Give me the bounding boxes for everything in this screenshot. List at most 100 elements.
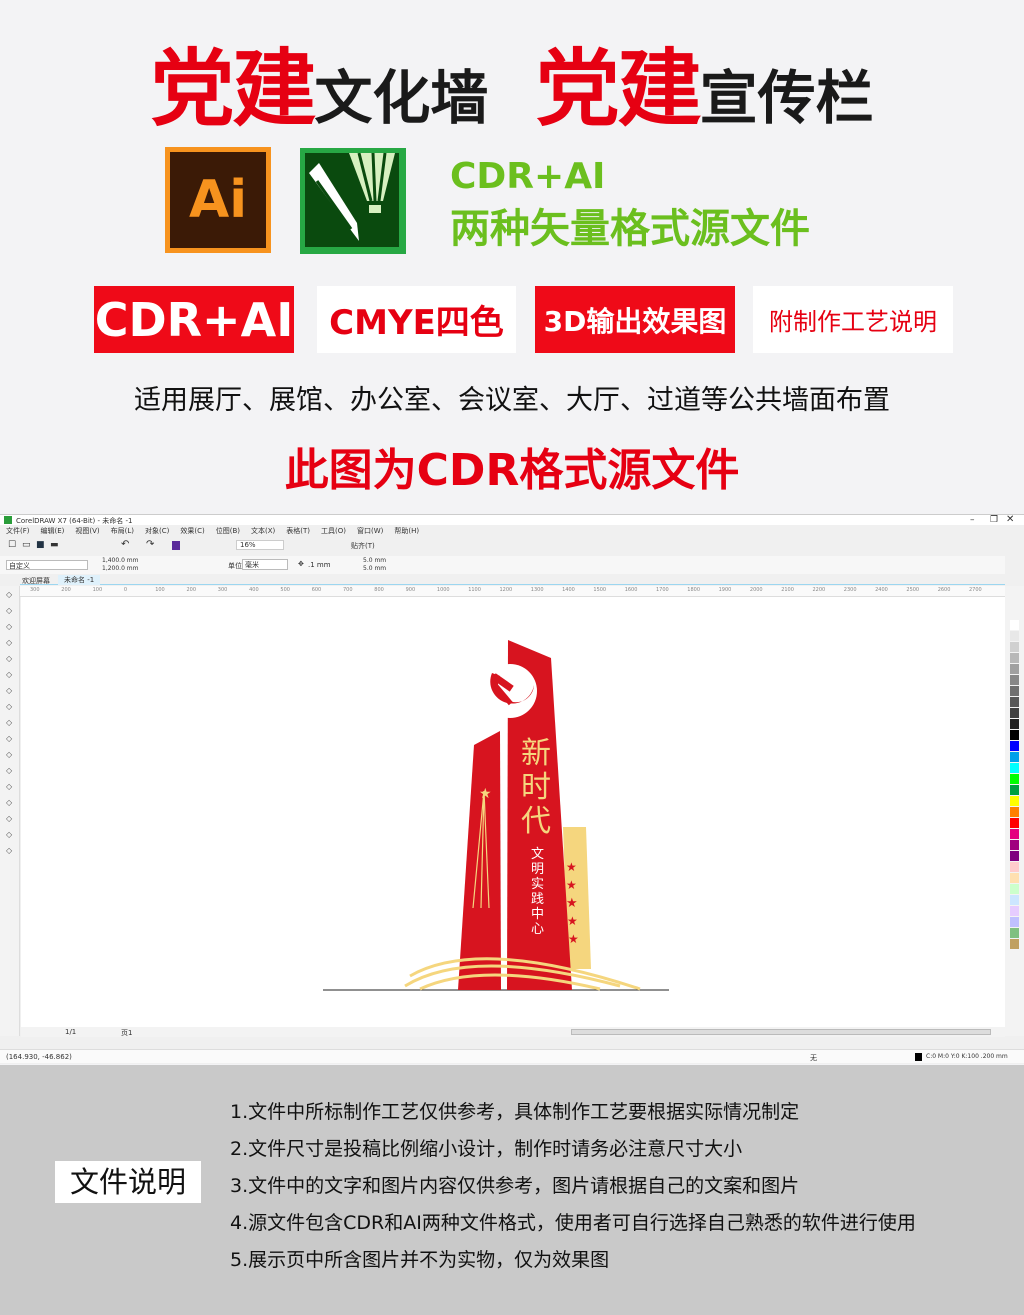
note-item: 4.源文件包含CDR和AI两种文件格式，使用者可自行选择自己熟悉的软件进行使用 <box>230 1212 916 1234</box>
transparency-tool-icon[interactable]: ◇ <box>6 798 12 807</box>
units-select[interactable]: 毫米 <box>242 559 288 570</box>
palette-swatch[interactable] <box>1010 939 1019 949</box>
duplicate-y-field[interactable]: 5.0 mm <box>363 565 386 572</box>
ruler-tick: 2700 <box>969 587 982 593</box>
menu-bitmaps[interactable]: 位图(B) <box>216 526 240 536</box>
pick-tool-icon[interactable]: ◇ <box>6 590 12 599</box>
coreldraw-logo-icon <box>300 148 406 254</box>
page-tab[interactable]: 页1 <box>121 1028 132 1038</box>
color-eyedropper-tool-icon[interactable]: ◇ <box>6 814 12 823</box>
artistic-media-tool-icon[interactable]: ◇ <box>6 670 12 679</box>
menu-table[interactable]: 表格(T) <box>286 526 310 536</box>
palette-swatch[interactable] <box>1010 664 1019 674</box>
palette-swatch[interactable] <box>1010 774 1019 784</box>
menu-object[interactable]: 对象(C) <box>145 526 169 536</box>
ruler-tick: 100 <box>155 587 165 593</box>
palette-swatch[interactable] <box>1010 796 1019 806</box>
fill-indicator: 无 <box>810 1054 817 1062</box>
menu-edit[interactable]: 编辑(E) <box>41 526 65 536</box>
undo-icon[interactable]: ↶ <box>121 539 129 550</box>
parallel-dimension-tool-icon[interactable]: ◇ <box>6 750 12 759</box>
duplicate-x-field[interactable]: 5.0 mm <box>363 557 386 564</box>
shape-tool-icon[interactable]: ◇ <box>6 606 12 615</box>
polygon-tool-icon[interactable]: ◇ <box>6 718 12 727</box>
palette-swatch[interactable] <box>1010 741 1019 751</box>
palette-swatch[interactable] <box>1010 928 1019 938</box>
open-icon[interactable]: ▭ <box>22 540 31 550</box>
palette-swatch[interactable] <box>1010 642 1019 652</box>
ellipse-tool-icon[interactable]: ◇ <box>6 702 12 711</box>
menu-tools[interactable]: 工具(O) <box>321 526 346 536</box>
nudge-field[interactable]: .1 mm <box>308 561 331 569</box>
palette-swatch[interactable] <box>1010 730 1019 740</box>
snap-dropdown[interactable]: 贴齐(T) <box>351 541 375 551</box>
palette-swatch[interactable] <box>1010 895 1019 905</box>
smart-fill-tool-icon[interactable]: ◇ <box>6 846 12 855</box>
palette-swatch[interactable] <box>1010 884 1019 894</box>
palette-swatch[interactable] <box>1010 840 1019 850</box>
palette-swatch[interactable] <box>1010 653 1019 663</box>
app-icon <box>4 516 12 524</box>
ruler-tick: 2500 <box>906 587 920 593</box>
redo-icon[interactable]: ↷ <box>146 539 154 550</box>
menu-view[interactable]: 视图(V) <box>75 526 99 536</box>
menu-help[interactable]: 帮助(H) <box>394 526 419 536</box>
new-icon[interactable]: ☐ <box>8 540 16 550</box>
palette-swatch[interactable] <box>1010 873 1019 883</box>
ruler-tick: 500 <box>280 587 290 593</box>
horizontal-scrollbar[interactable] <box>571 1029 991 1035</box>
print-icon[interactable]: ▬ <box>50 540 59 550</box>
rectangle-tool-icon[interactable]: ◇ <box>6 686 12 695</box>
drawing-canvas[interactable]: ★ ★ ★ ★ ★ ★ 新时代 文明实践中心 <box>21 597 1005 1027</box>
palette-swatch[interactable] <box>1010 686 1019 696</box>
menu-text[interactable]: 文本(X) <box>251 526 275 536</box>
page-height-field[interactable]: 1,200.0 mm <box>102 565 139 572</box>
tab-untitled[interactable]: 未命名 -1 <box>58 575 101 585</box>
note-item: 3.文件中的文字和图片内容仅供参考，图片请根据自己的文案和图片 <box>230 1175 800 1197</box>
close-button[interactable]: ✕ <box>1006 514 1014 525</box>
palette-swatch[interactable] <box>1010 917 1019 927</box>
menu-file[interactable]: 文件(F) <box>6 526 30 536</box>
palette-swatch[interactable] <box>1010 818 1019 828</box>
palette-swatch[interactable] <box>1010 675 1019 685</box>
menu-layout[interactable]: 布局(L) <box>111 526 134 536</box>
ruler-tick: 1800 <box>687 587 701 593</box>
zoom-select[interactable]: 16% <box>236 540 284 550</box>
palette-swatch[interactable] <box>1010 763 1019 773</box>
palette-swatch[interactable] <box>1010 829 1019 839</box>
palette-swatch[interactable] <box>1010 807 1019 817</box>
outline-swatch <box>915 1053 922 1061</box>
page-width-field[interactable]: 1,400.0 mm <box>102 557 139 564</box>
palette-swatch[interactable] <box>1010 785 1019 795</box>
freehand-tool-icon[interactable]: ◇ <box>6 654 12 663</box>
palette-swatch[interactable] <box>1010 719 1019 729</box>
palette-swatch[interactable] <box>1010 620 1019 630</box>
palette-swatch[interactable] <box>1010 631 1019 641</box>
zoom-tool-icon[interactable]: ◇ <box>6 638 12 647</box>
save-icon[interactable]: ■ <box>36 540 45 550</box>
palette-swatch[interactable] <box>1010 708 1019 718</box>
ruler-tick: 700 <box>343 587 353 593</box>
minimize-button[interactable]: – <box>970 515 975 525</box>
corel-connect-icon[interactable] <box>172 541 180 550</box>
crop-tool-icon[interactable]: ◇ <box>6 622 12 631</box>
page-preset-select[interactable]: 自定义 <box>6 560 88 570</box>
menu-window[interactable]: 窗口(W) <box>357 526 383 536</box>
menu-effects[interactable]: 效果(C) <box>180 526 204 536</box>
tag-3d-render: 3D输出效果图 <box>535 286 735 353</box>
palette-swatch[interactable] <box>1010 752 1019 762</box>
restore-button[interactable]: ❐ <box>990 515 998 525</box>
ruler-tick: 900 <box>405 587 416 593</box>
tab-welcome[interactable]: 欢迎屏幕 <box>22 576 50 586</box>
palette-swatch[interactable] <box>1010 697 1019 707</box>
ruler-tick: 800 <box>374 587 384 593</box>
drop-shadow-tool-icon[interactable]: ◇ <box>6 782 12 791</box>
palette-swatch[interactable] <box>1010 862 1019 872</box>
connector-tool-icon[interactable]: ◇ <box>6 766 12 775</box>
text-tool-icon[interactable]: ◇ <box>6 734 12 743</box>
palette-swatch[interactable] <box>1010 906 1019 916</box>
palette-swatch[interactable] <box>1010 851 1019 861</box>
star-icon: ★ <box>568 932 579 946</box>
interactive-fill-tool-icon[interactable]: ◇ <box>6 830 12 839</box>
formats-line-1: CDR+AI <box>450 156 606 197</box>
